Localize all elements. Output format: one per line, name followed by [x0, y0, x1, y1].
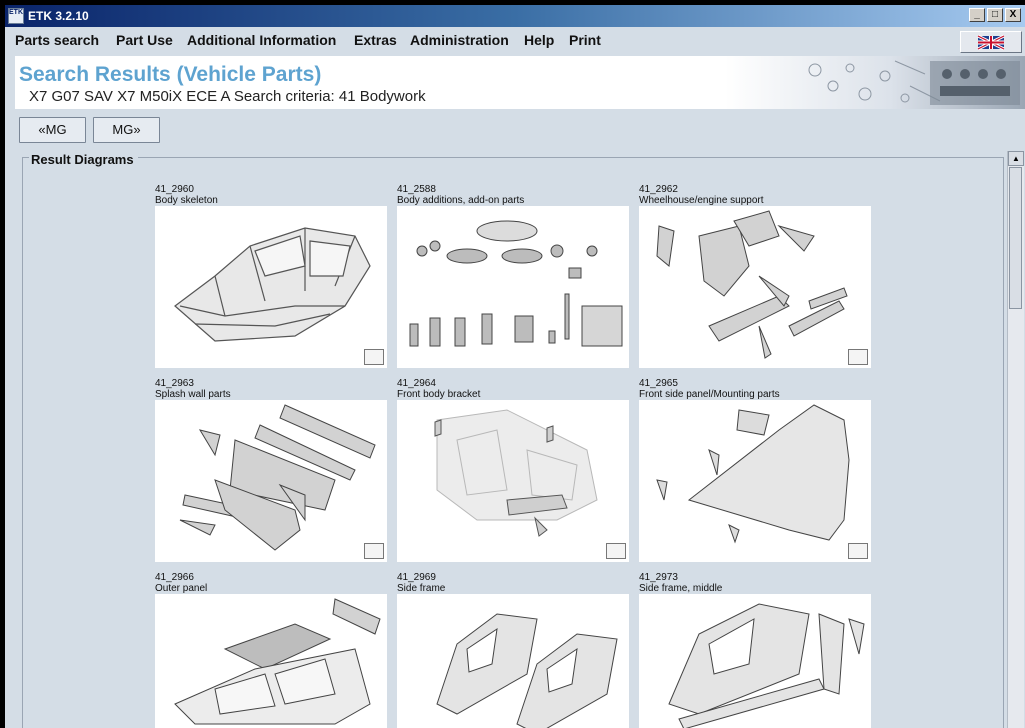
maximize-button[interactable]: □	[987, 8, 1003, 22]
diagram-name: Splash wall parts	[155, 389, 231, 400]
print-corner-icon	[848, 543, 868, 559]
splash-wall-drawing[interactable]	[155, 400, 387, 562]
prev-main-group-button[interactable]: «MG	[19, 117, 86, 143]
close-button[interactable]: X	[1005, 8, 1021, 22]
diagram-number: 41_2964	[397, 378, 436, 389]
result-diagrams-legend: Result Diagrams	[29, 152, 138, 167]
title-bar: ETK ETK 3.2.10 _ □ X	[5, 5, 1025, 27]
menu-additional-information[interactable]: Additional Information	[187, 32, 336, 48]
diagram-name: Side frame, middle	[639, 583, 723, 594]
window-title: ETK 3.2.10	[28, 9, 89, 23]
menu-help[interactable]: Help	[524, 32, 554, 48]
diagram-number: 41_2963	[155, 378, 194, 389]
print-corner-icon	[848, 349, 868, 365]
results-banner: Search Results (Vehicle Parts) X7 G07 SA…	[15, 56, 1025, 109]
body-skeleton-drawing[interactable]	[155, 206, 387, 368]
diagram-number: 41_2973	[639, 572, 678, 583]
diagram-number: 41_2962	[639, 184, 678, 195]
menu-parts-search[interactable]: Parts search	[15, 32, 99, 48]
outer-panel-drawing[interactable]	[155, 594, 387, 728]
scroll-thumb[interactable]	[1009, 167, 1022, 309]
diagram-name: Wheelhouse/engine support	[639, 195, 764, 206]
menu-print[interactable]: Print	[569, 32, 601, 48]
side-panel-drawing[interactable]	[639, 400, 871, 562]
union-flag-icon	[977, 34, 1005, 51]
page-title: Search Results (Vehicle Parts)	[19, 63, 322, 86]
engine-banner-image	[725, 56, 1025, 109]
print-corner-icon	[364, 349, 384, 365]
diagram-number: 41_2966	[155, 572, 194, 583]
fasteners-drawing[interactable]	[397, 206, 629, 368]
diagram-name: Body skeleton	[155, 195, 218, 206]
vehicle-search-criteria: X7 G07 SAV X7 M50iX ECE A Search criteri…	[29, 88, 426, 105]
diagram-name: Front body bracket	[397, 389, 481, 400]
diagram-number: 41_2965	[639, 378, 678, 389]
diagram-name: Body additions, add-on parts	[397, 195, 525, 206]
diagram-number: 41_2969	[397, 572, 436, 583]
menu-administration[interactable]: Administration	[410, 32, 509, 48]
minimize-button[interactable]: _	[969, 8, 985, 22]
diagram-number: 41_2588	[397, 184, 436, 195]
next-main-group-button[interactable]: MG»	[93, 117, 160, 143]
print-corner-icon	[606, 543, 626, 559]
language-flag-button[interactable]	[960, 31, 1022, 53]
side-frame-drawing[interactable]	[397, 594, 629, 728]
menu-extras[interactable]: Extras	[354, 32, 397, 48]
diagram-name: Outer panel	[155, 583, 208, 594]
menu-part-use[interactable]: Part Use	[116, 32, 173, 48]
side-frame-middle-drawing[interactable]	[639, 594, 871, 728]
vertical-scrollbar[interactable]: ▲	[1007, 151, 1024, 728]
application-window: ETK ETK 3.2.10 _ □ X Parts search Part U…	[5, 5, 1025, 728]
diagram-number: 41_2960	[155, 184, 194, 195]
menu-bar: Parts search Part Use Additional Informa…	[5, 27, 1025, 53]
diagram-name: Side frame	[397, 583, 446, 594]
print-corner-icon	[364, 543, 384, 559]
wheelhouse-drawing[interactable]	[639, 206, 871, 368]
etk-app-icon: ETK	[8, 8, 24, 24]
diagram-name: Front side panel/Mounting parts	[639, 389, 780, 400]
scroll-up-arrow-icon[interactable]: ▲	[1008, 151, 1024, 166]
front-bracket-drawing[interactable]	[397, 400, 629, 562]
